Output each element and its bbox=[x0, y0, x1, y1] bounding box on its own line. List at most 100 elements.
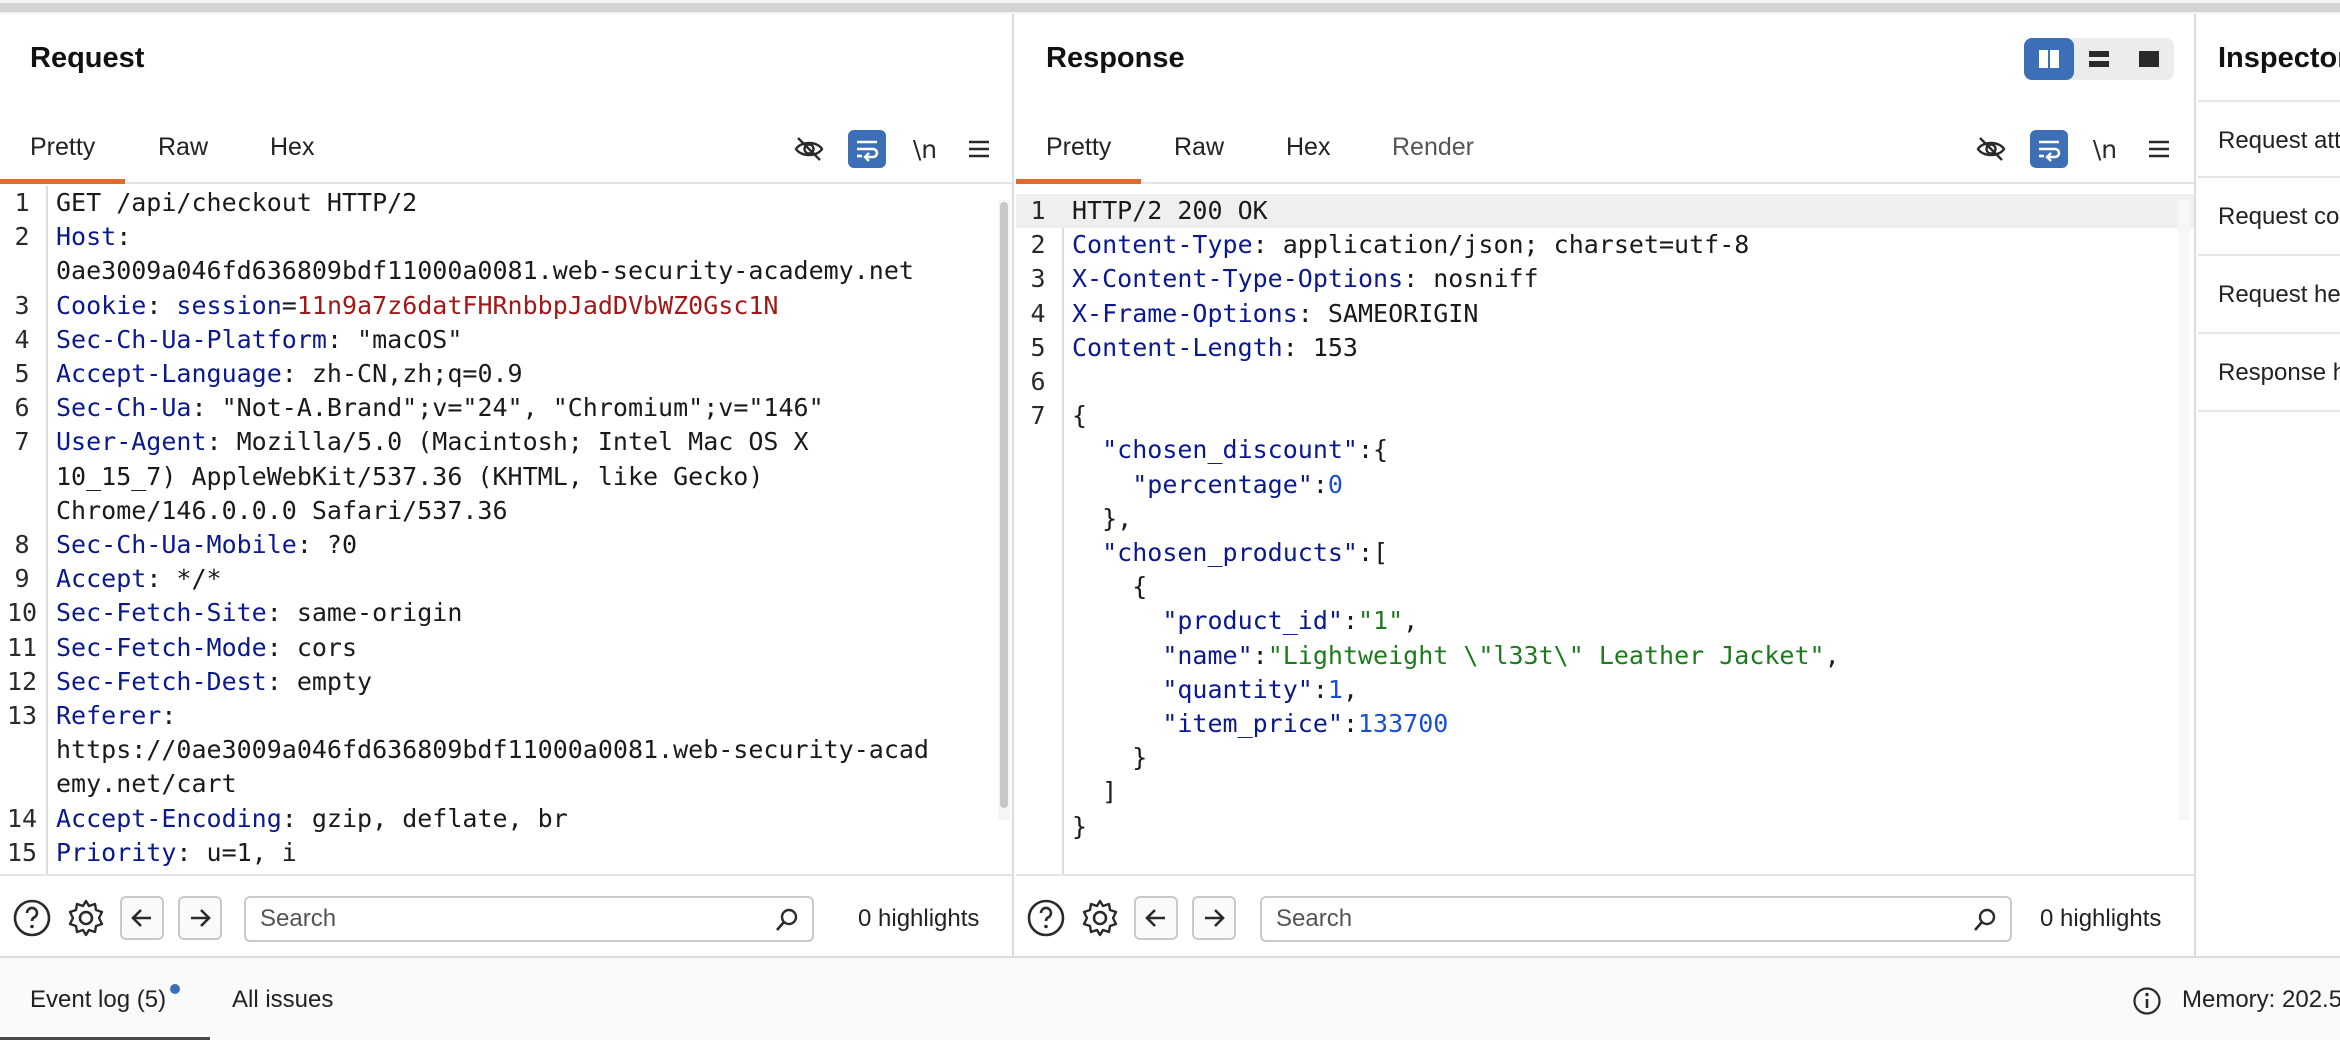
code-line[interactable]: Chrome/146.0.0.0 Safari/537.36 bbox=[0, 494, 1012, 528]
response-vertical-scrollbar[interactable] bbox=[2178, 200, 2190, 820]
code-text: Chrome/146.0.0.0 Safari/537.36 bbox=[56, 494, 508, 528]
code-line[interactable]: ] bbox=[1016, 775, 2194, 809]
code-line[interactable]: 2 Content-Type: application/json; charset… bbox=[1016, 228, 2194, 262]
wrap-lines-icon[interactable] bbox=[2030, 130, 2068, 168]
response-tab-raw[interactable]: Raw bbox=[1144, 110, 1254, 184]
code-token: User-Agent bbox=[56, 427, 207, 457]
help-icon[interactable] bbox=[10, 896, 54, 940]
code-line[interactable]: 1 HTTP/2 200 OK bbox=[1016, 194, 2194, 228]
code-text: emy.net/cart bbox=[56, 767, 237, 801]
code-line[interactable]: 12 Sec-Fetch-Dest: empty bbox=[0, 665, 1012, 699]
code-line[interactable]: "quantity":1, bbox=[1016, 673, 2194, 707]
code-line[interactable]: "product_id":"1", bbox=[1016, 604, 2194, 638]
status-footer: Event log (5) All issues Memory: 202.5MB bbox=[0, 956, 2340, 1040]
response-tab-pretty[interactable]: Pretty bbox=[1016, 110, 1142, 184]
scroll-thumb[interactable] bbox=[1000, 202, 1008, 808]
code-line[interactable]: https://0ae3009a046fd636809bdf11000a0081… bbox=[0, 733, 1012, 767]
code-line[interactable]: } bbox=[1016, 810, 2194, 844]
info-icon[interactable] bbox=[2132, 986, 2162, 1016]
code-token: "chosen_products" bbox=[1102, 538, 1358, 567]
code-token: { bbox=[1072, 401, 1088, 431]
code-line[interactable]: 5 Content-Length: 153 bbox=[1016, 331, 2194, 365]
code-token: X-Content-Type-Options bbox=[1072, 264, 1404, 294]
wrap-lines-icon[interactable] bbox=[848, 130, 886, 168]
code-token: } bbox=[1072, 743, 1148, 773]
code-line[interactable]: "name":"Lightweight \"l33t\" Leather Jac… bbox=[1016, 639, 2194, 673]
code-line[interactable]: "item_price":133700 bbox=[1016, 707, 2194, 741]
previous-arrow-button[interactable] bbox=[120, 896, 164, 940]
side-by-side-layout-icon[interactable] bbox=[2024, 38, 2074, 80]
code-text: 10_15_7) AppleWebKit/537.36 (KHTML, like… bbox=[56, 460, 763, 494]
code-line[interactable]: 5 Accept-Language: zh-CN,zh;q=0.9 bbox=[0, 357, 1012, 391]
inspector-row-request-headers[interactable]: Request headers bbox=[2198, 256, 2340, 334]
code-line[interactable]: 11 Sec-Fetch-Mode: cors bbox=[0, 631, 1012, 665]
request-tab-pretty[interactable]: Pretty bbox=[0, 110, 126, 184]
response-tab-render[interactable]: Render bbox=[1362, 110, 1504, 184]
code-line[interactable]: } bbox=[1016, 741, 2194, 775]
code-line[interactable]: 13 Referer: bbox=[0, 699, 1012, 733]
event-log-tab[interactable]: Event log (5) bbox=[0, 958, 211, 1040]
request-tab-hex[interactable]: Hex bbox=[240, 110, 344, 184]
newline-toggle[interactable]: \n bbox=[906, 130, 944, 168]
next-arrow-button[interactable] bbox=[178, 896, 222, 940]
request-tab-raw[interactable]: Raw bbox=[128, 110, 238, 184]
code-token: Sec-Fetch-Mode bbox=[56, 632, 267, 662]
code-line[interactable]: "chosen_discount":{ bbox=[1016, 433, 2194, 467]
code-text: Sec-Ch-Ua-Platform: "macOS" bbox=[56, 323, 462, 357]
inspector-row-request-attributes[interactable]: Request attributes bbox=[2198, 100, 2340, 178]
code-line[interactable]: 3 Cookie: session=11n9a7z6datFHRnbbpJadDV… bbox=[0, 289, 1012, 323]
line-number: 6 bbox=[1030, 367, 1046, 396]
response-tab-hex[interactable]: Hex bbox=[1256, 110, 1360, 184]
inspector-row-request-cookies[interactable]: Request cookies bbox=[2198, 178, 2340, 256]
code-text: Sec-Fetch-Mode: cors bbox=[56, 631, 357, 665]
code-line[interactable]: 9 Accept: */* bbox=[0, 562, 1012, 596]
menu-icon[interactable] bbox=[960, 130, 998, 168]
code-line[interactable]: 4 X-Frame-Options: SAMEORIGIN bbox=[1016, 297, 2194, 331]
code-line[interactable]: 6 bbox=[1016, 365, 2194, 399]
code-line[interactable]: 1 GET /api/checkout HTTP/2 bbox=[0, 186, 1012, 220]
settings-gear-icon[interactable] bbox=[64, 896, 108, 940]
line-number: 7 bbox=[14, 427, 30, 457]
code-line[interactable]: 8 Sec-Ch-Ua-Mobile: ?0 bbox=[0, 528, 1012, 562]
code-line[interactable]: 10 Sec-Fetch-Site: same-origin bbox=[0, 596, 1012, 630]
inspector-row-response-headers[interactable]: Response headers bbox=[2198, 334, 2340, 412]
code-line[interactable]: emy.net/cart bbox=[0, 767, 1012, 801]
line-number: 2 bbox=[1030, 230, 1046, 260]
newline-toggle[interactable]: \n bbox=[2086, 130, 2124, 168]
code-line[interactable]: "chosen_products":[ bbox=[1016, 536, 2194, 570]
request-vertical-scrollbar[interactable] bbox=[998, 200, 1010, 820]
stacked-layout-icon[interactable] bbox=[2074, 38, 2124, 80]
code-line[interactable]: 3 X-Content-Type-Options: nosniff bbox=[1016, 262, 2194, 296]
code-line[interactable]: 0ae3009a046fd636809bdf11000a0081.web-sec… bbox=[0, 254, 1012, 288]
code-line[interactable]: { bbox=[1016, 570, 2194, 604]
code-line[interactable]: "percentage":0 bbox=[1016, 468, 2194, 502]
previous-arrow-button[interactable] bbox=[1134, 896, 1178, 940]
next-arrow-button[interactable] bbox=[1192, 896, 1236, 940]
single-pane-layout-icon[interactable] bbox=[2124, 38, 2174, 80]
code-token: GET /api/checkout HTTP/2 bbox=[56, 188, 418, 217]
code-text: User-Agent: Mozilla/5.0 (Macintosh; Inte… bbox=[56, 425, 809, 459]
response-editor[interactable]: 1 HTTP/2 200 OK 2 Content-Type: application… bbox=[1016, 194, 2194, 874]
code-line[interactable]: 15 Priority: u=1, i bbox=[0, 836, 1012, 870]
code-line[interactable]: 14 Accept-Encoding: gzip, deflate, br bbox=[0, 802, 1012, 836]
code-line[interactable]: 7 User-Agent: Mozilla/5.0 (Macintosh; Int… bbox=[0, 425, 1012, 459]
hide-nonprinting-icon[interactable] bbox=[1972, 130, 2010, 168]
all-issues-tab[interactable]: All issues bbox=[202, 958, 363, 1040]
help-icon[interactable] bbox=[1024, 896, 1068, 940]
code-line[interactable]: 6 Sec-Ch-Ua: "Not-A.Brand";v="24", "Chrom… bbox=[0, 391, 1012, 425]
settings-gear-icon[interactable] bbox=[1078, 896, 1122, 940]
code-line[interactable]: }, bbox=[1016, 502, 2194, 536]
code-line[interactable]: 7{ bbox=[1016, 399, 2194, 433]
code-token: Sec-Fetch-Dest bbox=[56, 666, 267, 696]
code-line[interactable]: 4 Sec-Ch-Ua-Platform: "macOS" bbox=[0, 323, 1012, 357]
code-token: Referer bbox=[56, 701, 162, 730]
hide-nonprinting-icon[interactable] bbox=[790, 130, 828, 168]
inspector-title: Inspector bbox=[2218, 42, 2340, 74]
request-search-input[interactable]: Search bbox=[244, 896, 814, 942]
code-line[interactable]: 10_15_7) AppleWebKit/537.36 (KHTML, like… bbox=[0, 460, 1012, 494]
response-search-input[interactable]: Search bbox=[1260, 896, 2012, 942]
request-editor[interactable]: 1 GET /api/checkout HTTP/2 2 Host: 0ae3009a0… bbox=[0, 186, 1012, 874]
horizontal-scrollbar[interactable] bbox=[0, 3, 2340, 12]
menu-icon[interactable] bbox=[2140, 130, 2178, 168]
code-line[interactable]: 2 Host: bbox=[0, 220, 1012, 254]
